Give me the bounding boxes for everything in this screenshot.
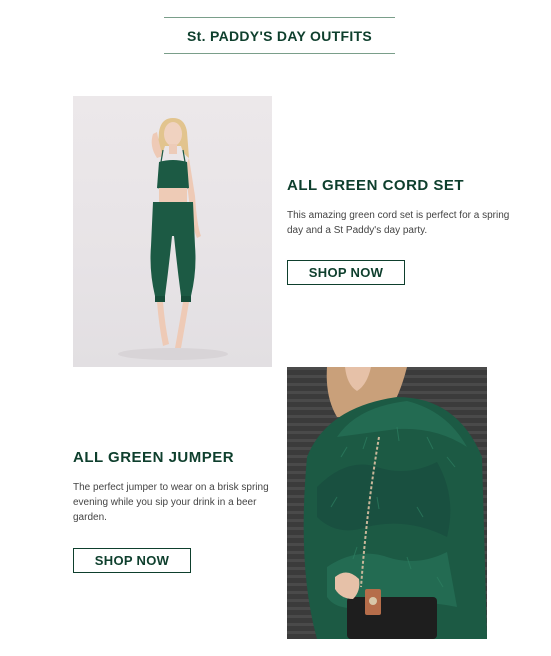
- product-title: ALL GREEN JUMPER: [73, 449, 235, 466]
- product-image-jumper[interactable]: [287, 367, 487, 639]
- product-image-cord-set[interactable]: [73, 96, 272, 367]
- product-title: ALL GREEN CORD SET: [287, 177, 465, 194]
- newsletter-header: St. PADDY'S DAY OUTFITS: [164, 17, 395, 54]
- product-description: The perfect jumper to wear on a brisk sp…: [73, 482, 269, 523]
- product-block-cord-set: ALL GREEN CORD SET This amazing green co…: [287, 177, 517, 285]
- shop-now-button[interactable]: SHOP NOW: [287, 260, 405, 285]
- product-description: This amazing green cord set is perfect f…: [287, 210, 510, 236]
- page-title: St. PADDY'S DAY OUTFITS: [187, 27, 372, 44]
- shop-now-button[interactable]: SHOP NOW: [73, 548, 191, 573]
- product-block-jumper: ALL GREEN JUMPER The perfect jumper to w…: [73, 449, 278, 573]
